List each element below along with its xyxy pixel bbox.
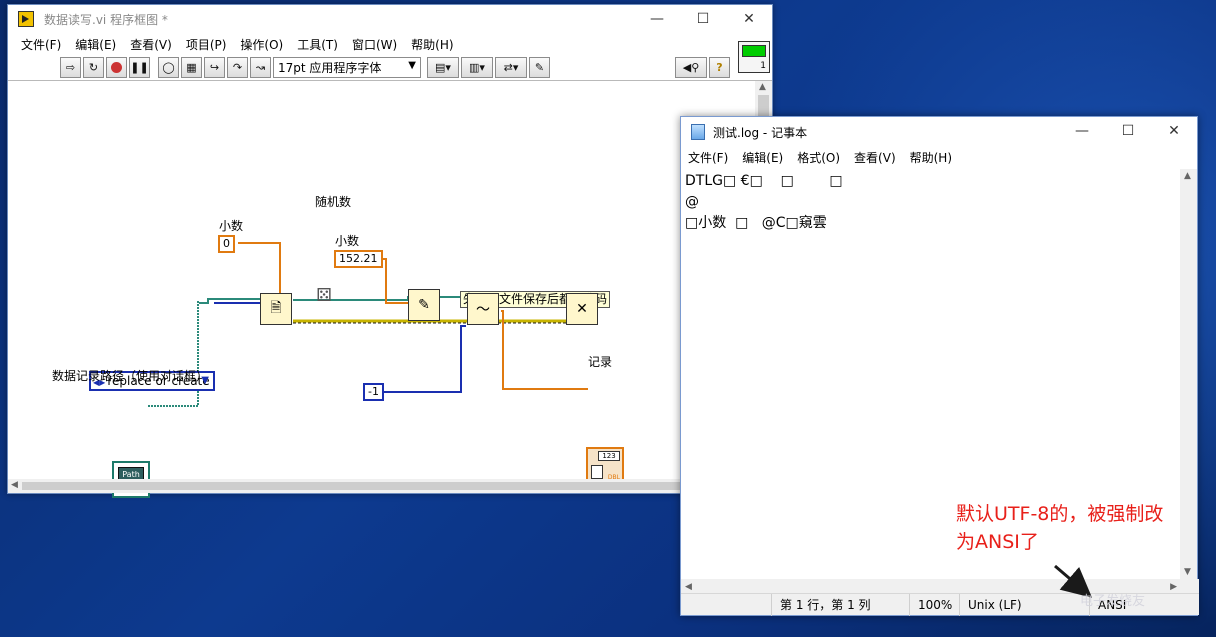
close-log-file-node[interactable]: ✕ [566, 293, 598, 325]
zero-constant[interactable]: 0 [218, 235, 235, 253]
notepad-titlebar: 测试.log - 记事本 — ☐ ✕ [681, 117, 1197, 147]
decimal-label-2: 小数 [335, 234, 360, 248]
np-menu-view[interactable]: 查看(V) [847, 149, 903, 166]
path-label: 数据记录路径（使用对话框） [52, 369, 209, 383]
watermark: 电子发烧友 [1080, 594, 1146, 609]
notepad-app-icon [691, 124, 705, 140]
distribute-objects-icon[interactable]: ▥▾ [461, 57, 493, 78]
reorder-icon[interactable]: ⇄▾ [495, 57, 527, 78]
read-log-node[interactable]: 〜 [467, 293, 499, 325]
align-objects-icon[interactable]: ▤▾ [427, 57, 459, 78]
highlight-execution-icon[interactable]: ◯ [158, 57, 179, 78]
np-menu-help[interactable]: 帮助(H) [903, 149, 959, 166]
np-menu-edit[interactable]: 编辑(E) [735, 149, 790, 166]
labview-app-icon [18, 11, 34, 27]
cleanup-diagram-icon[interactable]: ✎ [529, 57, 550, 78]
np-menu-format[interactable]: 格式(O) [790, 149, 847, 166]
chevron-down-icon: ▼ [408, 60, 416, 71]
scroll-left-icon[interactable]: ◀ [11, 480, 18, 490]
zoom-level: 100% [909, 594, 959, 616]
minimize-button[interactable]: — [634, 5, 680, 33]
labview-window: 数据读写.vi 程序框图 * — ☐ ✕ 文件(F) 编辑(E) 查看(V) 项… [7, 4, 773, 498]
labview-titlebar: 数据读写.vi 程序框图 * — ☐ ✕ [8, 5, 772, 33]
decimal-constant[interactable]: 152.21 [334, 250, 383, 268]
menu-window[interactable]: 窗口(W) [345, 36, 404, 53]
minus-one-constant[interactable]: -1 [363, 383, 384, 401]
scroll-right-icon[interactable]: ▶ [1170, 582, 1177, 592]
labview-toolbar: ⇨ ↻ ❚❚ ◯ ▦ ↪ ↷ ↝ 17pt 应用程序字体 ▼ ▤▾ ▥▾ ⇄▾ … [8, 55, 772, 81]
scroll-up-icon[interactable]: ▲ [759, 82, 766, 92]
notepad-title: 测试.log - 记事本 [713, 125, 808, 140]
notepad-menubar: 文件(F) 编辑(E) 格式(O) 查看(V) 帮助(H) [681, 147, 1197, 167]
close-button[interactable]: ✕ [726, 5, 772, 33]
close-button[interactable]: ✕ [1151, 117, 1197, 145]
record-label: 记录 [588, 355, 613, 369]
dice-icon[interactable]: ⚄ [313, 285, 335, 307]
font-select-value: 17pt 应用程序字体 [278, 61, 382, 75]
scroll-up-icon[interactable]: ▲ [1184, 171, 1191, 181]
vi-icon[interactable]: 1 [738, 41, 770, 73]
write-log-node[interactable]: ✎ [408, 289, 440, 321]
random-label: 随机数 [315, 195, 352, 209]
step-over-icon[interactable]: ↷ [227, 57, 248, 78]
scroll-down-icon[interactable]: ▼ [1184, 567, 1191, 577]
text-line-3: □小数 □ @C□窺雲 [685, 215, 827, 231]
open-log-file-node[interactable]: 🗎 [260, 293, 292, 325]
menu-edit[interactable]: 编辑(E) [68, 36, 123, 53]
np-menu-file[interactable]: 文件(F) [681, 149, 735, 166]
abort-icon[interactable] [106, 57, 127, 78]
record-badge: 123 [598, 451, 620, 461]
decimal-label-1: 小数 [219, 219, 244, 233]
line-ending: Unix (LF) [959, 594, 1089, 616]
labview-title: 数据读写.vi 程序框图 * [44, 12, 168, 27]
menu-tools[interactable]: 工具(T) [290, 36, 345, 53]
block-diagram-canvas[interactable]: 小数 0 随机数 ⚄ 小数 152.21 失败，文件保存后都是乱码 ◀▶ repl… [8, 81, 772, 498]
font-select[interactable]: 17pt 应用程序字体 ▼ [273, 57, 421, 78]
menu-file[interactable]: 文件(F) [14, 36, 68, 53]
step-out-icon[interactable]: ↝ [250, 57, 271, 78]
scroll-left-icon[interactable]: ◀ [685, 582, 692, 592]
menu-operate[interactable]: 操作(O) [233, 36, 290, 53]
run-continuously-icon[interactable]: ↻ [83, 57, 104, 78]
step-into-icon[interactable]: ↪ [204, 57, 225, 78]
menu-view[interactable]: 查看(V) [123, 36, 179, 53]
annotation-text: 默认UTF-8的，被强制改 为ANSI了 [956, 500, 1196, 556]
annotation-line-2: 为ANSI了 [956, 531, 1039, 553]
wires [148, 242, 588, 407]
menu-project[interactable]: 项目(P) [179, 36, 234, 53]
text-line-2: @ [685, 194, 699, 210]
menu-help[interactable]: 帮助(H) [404, 36, 460, 53]
minimize-button[interactable]: — [1059, 117, 1105, 145]
labview-menubar: 文件(F) 编辑(E) 查看(V) 项目(P) 操作(O) 工具(T) 窗口(W… [8, 33, 772, 55]
search-icon[interactable]: ◀⚲ [675, 57, 707, 78]
vi-icon-number: 1 [760, 61, 766, 71]
retain-wire-values-icon[interactable]: ▦ [181, 57, 202, 78]
pause-icon[interactable]: ❚❚ [129, 57, 150, 78]
annotation-line-1: 默认UTF-8的，被强制改 [956, 503, 1164, 525]
maximize-button[interactable]: ☐ [1105, 117, 1151, 145]
context-help-icon[interactable]: ? [709, 57, 730, 78]
horizontal-scrollbar[interactable]: ◀ [8, 479, 772, 493]
text-line-1: DTLG□ €□ □ □ [685, 173, 843, 189]
maximize-button[interactable]: ☐ [680, 5, 726, 33]
cursor-position: 第 1 行，第 1 列 [771, 594, 909, 616]
run-arrow-icon[interactable]: ⇨ [60, 57, 81, 78]
